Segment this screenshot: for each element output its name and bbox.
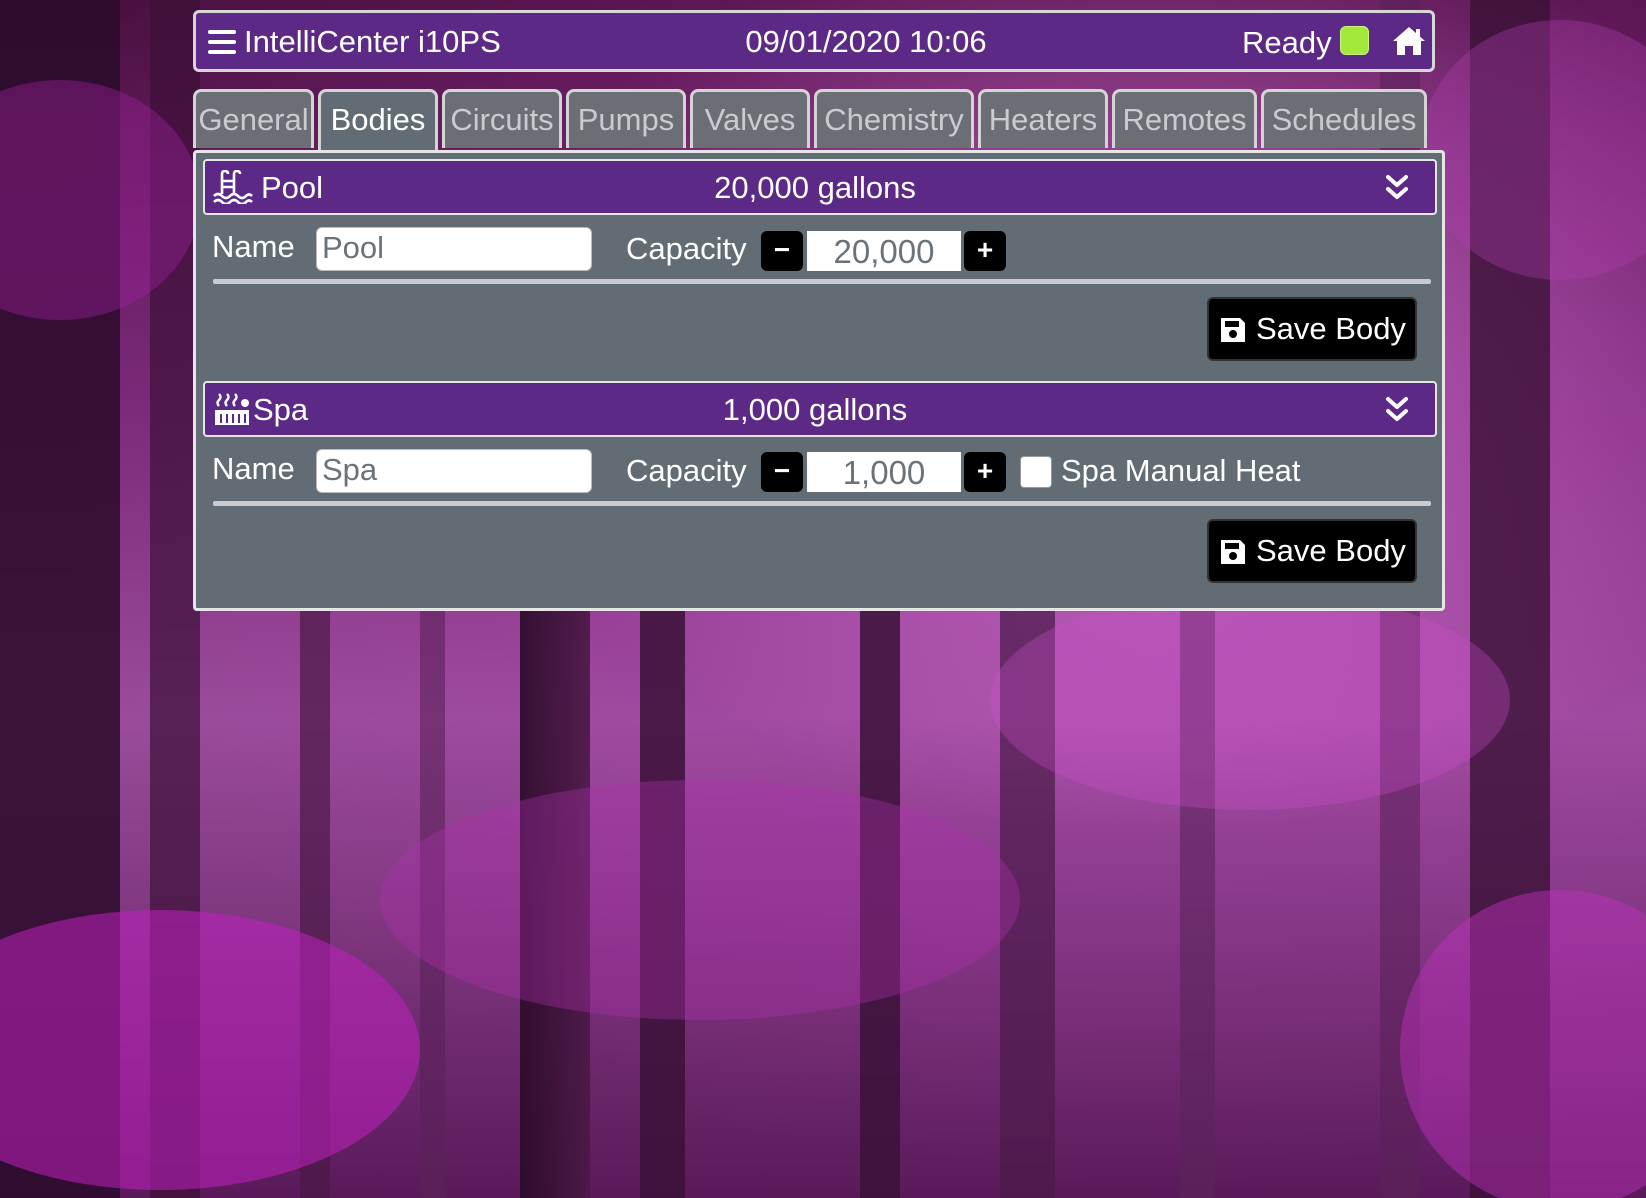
save-pool-button[interactable]: Save Body (1207, 297, 1417, 361)
pool-name-input[interactable]: Pool (316, 227, 592, 271)
tab-circuits[interactable]: Circuits (442, 89, 562, 148)
capacity-increment-button[interactable]: + (964, 231, 1006, 271)
save-spa-button[interactable]: Save Body (1207, 519, 1417, 583)
spa-icon (215, 393, 249, 425)
tab-chemistry[interactable]: Chemistry (814, 89, 974, 148)
chevron-double-down-icon[interactable] (1385, 395, 1409, 425)
body-header-spa[interactable]: Spa 1,000 gallons (203, 381, 1437, 437)
spa-manual-heat-checkbox[interactable] (1020, 456, 1052, 488)
status-indicator (1340, 26, 1369, 55)
spa-capacity-input[interactable]: 1,000 (807, 452, 961, 492)
tab-valves[interactable]: Valves (690, 89, 810, 148)
capacity-label: Capacity (626, 453, 747, 488)
floppy-disk-icon (1221, 318, 1245, 342)
name-label: Name (212, 229, 295, 264)
save-button-label: Save Body (1256, 533, 1406, 568)
tab-schedules[interactable]: Schedules (1261, 89, 1427, 148)
capacity-decrement-button[interactable]: − (761, 452, 803, 492)
tab-bodies[interactable]: Bodies (318, 89, 438, 151)
divider (213, 501, 1431, 506)
hamburger-menu-icon[interactable] (208, 30, 236, 54)
pool-icon (213, 170, 253, 204)
status-text: Ready (1242, 25, 1332, 60)
pool-capacity-input[interactable]: 20,000 (807, 231, 961, 271)
capacity-increment-button[interactable]: + (964, 452, 1006, 492)
home-icon[interactable] (1392, 25, 1426, 57)
spa-manual-heat-label: Spa Manual Heat (1061, 453, 1301, 488)
capacity-decrement-button[interactable]: − (761, 231, 803, 271)
tab-remotes[interactable]: Remotes (1112, 89, 1257, 148)
app-header: IntelliCenter i10PS 09/01/2020 10:06 Rea… (193, 10, 1435, 72)
divider (213, 279, 1431, 284)
tab-pumps[interactable]: Pumps (566, 89, 686, 148)
app-title: IntelliCenter i10PS (244, 24, 501, 59)
chevron-double-down-icon[interactable] (1385, 173, 1409, 203)
capacity-label: Capacity (626, 231, 747, 266)
body-capacity-summary: 20,000 gallons (714, 170, 916, 205)
floppy-disk-icon (1221, 540, 1245, 564)
tab-general[interactable]: General (193, 89, 314, 148)
spa-name-input[interactable]: Spa (316, 449, 592, 493)
body-name: Spa (253, 392, 309, 427)
body-header-pool[interactable]: Pool 20,000 gallons (203, 159, 1437, 215)
name-label: Name (212, 451, 295, 486)
tab-heaters[interactable]: Heaters (978, 89, 1108, 148)
body-capacity-summary: 1,000 gallons (722, 392, 908, 427)
body-name: Pool (261, 170, 324, 205)
bodies-panel: Pool 20,000 gallons Name Pool Capacity −… (193, 150, 1445, 611)
save-button-label: Save Body (1256, 311, 1406, 346)
current-datetime: 09/01/2020 10:06 (745, 24, 987, 59)
